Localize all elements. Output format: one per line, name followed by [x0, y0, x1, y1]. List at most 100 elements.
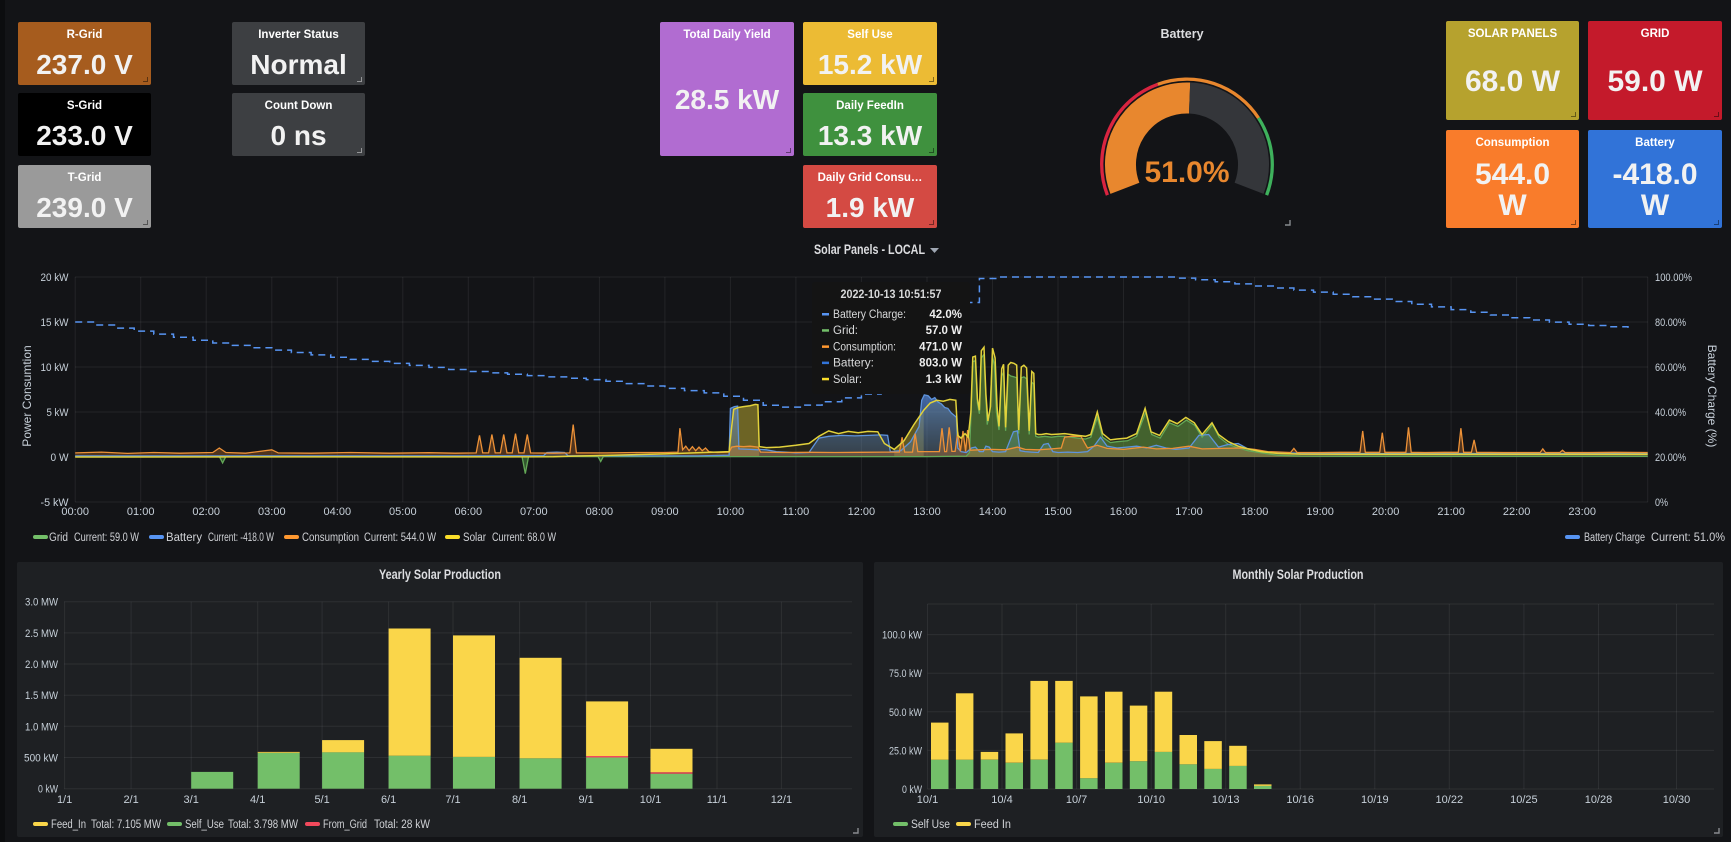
svg-text:Solar Panels - LOCAL: Solar Panels - LOCAL	[814, 242, 925, 257]
svg-text:Current: 59.0 W: Current: 59.0 W	[74, 532, 139, 544]
svg-text:Total: 3.798 MW: Total: 3.798 MW	[228, 819, 298, 831]
svg-text:22:00: 22:00	[1503, 506, 1531, 518]
svg-text:50.0 kW: 50.0 kW	[889, 707, 922, 719]
svg-text:Power Consumtion: Power Consumtion	[20, 345, 34, 446]
svg-text:Battery Charge: Battery Charge	[1584, 532, 1645, 544]
svg-text:07:00: 07:00	[520, 506, 548, 518]
svg-text:3.0 MW: 3.0 MW	[25, 597, 59, 609]
svg-text:2.0 MW: 2.0 MW	[25, 659, 59, 671]
svg-text:Monthly Solar Production: Monthly Solar Production	[1233, 567, 1364, 582]
svg-text:7/1: 7/1	[445, 794, 460, 806]
svg-text:20 kW: 20 kW	[41, 272, 70, 284]
svg-text:5/1: 5/1	[314, 794, 329, 806]
svg-text:10/7: 10/7	[1066, 794, 1087, 806]
svg-text:Self_Use: Self_Use	[185, 819, 224, 831]
svg-text:0%: 0%	[1655, 497, 1668, 509]
svg-text:Battery: Battery	[1160, 27, 1203, 41]
svg-text:0 W: 0 W	[51, 452, 70, 464]
svg-text:1/1: 1/1	[57, 794, 72, 806]
svg-text:08:00: 08:00	[586, 506, 614, 518]
svg-text:10/30: 10/30	[1663, 794, 1691, 806]
svg-text:Current: 51.0%: Current: 51.0%	[1651, 532, 1725, 544]
svg-text:10/13: 10/13	[1212, 794, 1240, 806]
svg-text:Feed In: Feed In	[974, 819, 1011, 831]
svg-text:10/22: 10/22	[1436, 794, 1464, 806]
svg-text:01:00: 01:00	[127, 506, 155, 518]
svg-text:Battery Charge:: Battery Charge:	[833, 309, 906, 321]
svg-text:Self Use: Self Use	[911, 819, 950, 831]
svg-text:Grid: Grid	[49, 532, 68, 544]
svg-text:Solar:: Solar:	[833, 374, 862, 386]
svg-text:Battery: Battery	[166, 532, 202, 544]
svg-text:10 kW: 10 kW	[41, 362, 70, 374]
svg-text:6/1: 6/1	[381, 794, 396, 806]
svg-text:8/1: 8/1	[512, 794, 527, 806]
svg-text:15 kW: 15 kW	[41, 317, 70, 329]
svg-text:02:00: 02:00	[192, 506, 220, 518]
svg-text:1.0 MW: 1.0 MW	[25, 721, 59, 733]
svg-text:10/1: 10/1	[640, 794, 661, 806]
svg-text:Grid:: Grid:	[833, 325, 858, 337]
svg-text:1.5 MW: 1.5 MW	[25, 690, 59, 702]
svg-text:Current: 68.0 W: Current: 68.0 W	[492, 532, 556, 544]
svg-text:04:00: 04:00	[324, 506, 352, 518]
svg-text:From_Grid: From_Grid	[323, 819, 367, 831]
svg-text:3/1: 3/1	[184, 794, 199, 806]
svg-text:12/1: 12/1	[771, 794, 792, 806]
svg-text:75.0 kW: 75.0 kW	[889, 668, 922, 680]
svg-text:Total: 7.105 MW: Total: 7.105 MW	[91, 819, 161, 831]
svg-text:19:00: 19:00	[1306, 506, 1334, 518]
svg-text:18:00: 18:00	[1241, 506, 1269, 518]
svg-text:03:00: 03:00	[258, 506, 286, 518]
svg-text:00:00: 00:00	[61, 506, 89, 518]
svg-text:Battery:: Battery:	[833, 358, 874, 370]
svg-text:14:00: 14:00	[979, 506, 1007, 518]
svg-text:10/28: 10/28	[1585, 794, 1613, 806]
svg-text:100.00%: 100.00%	[1655, 272, 1692, 284]
svg-text:10/10: 10/10	[1137, 794, 1165, 806]
svg-text:2022-10-13 10:51:57: 2022-10-13 10:51:57	[841, 287, 942, 301]
svg-text:Solar: Solar	[463, 532, 486, 544]
svg-text:Consumption: Consumption	[302, 532, 359, 544]
svg-text:12:00: 12:00	[848, 506, 876, 518]
svg-text:100.0 kW: 100.0 kW	[882, 630, 923, 642]
svg-text:803.0 W: 803.0 W	[919, 358, 962, 370]
svg-text:15:00: 15:00	[1044, 506, 1072, 518]
svg-text:Total: 28 kW: Total: 28 kW	[374, 819, 430, 831]
svg-text:80.00%: 80.00%	[1655, 317, 1686, 329]
svg-text:Feed_In: Feed_In	[51, 819, 86, 831]
svg-text:42.0%: 42.0%	[929, 309, 962, 321]
svg-text:Current: 544.0 W: Current: 544.0 W	[364, 532, 436, 544]
svg-text:23:00: 23:00	[1568, 506, 1596, 518]
svg-text:Consumption:: Consumption:	[833, 341, 896, 353]
svg-text:Current: -418.0 W: Current: -418.0 W	[208, 532, 274, 544]
svg-text:2.5 MW: 2.5 MW	[25, 628, 59, 640]
svg-text:05:00: 05:00	[389, 506, 417, 518]
svg-text:10/16: 10/16	[1286, 794, 1314, 806]
svg-text:09:00: 09:00	[651, 506, 679, 518]
svg-text:10/25: 10/25	[1510, 794, 1538, 806]
svg-text:500 kW: 500 kW	[24, 753, 59, 765]
svg-text:11/1: 11/1	[707, 794, 728, 806]
svg-text:471.0 W: 471.0 W	[919, 341, 962, 353]
svg-text:0 kW: 0 kW	[38, 784, 58, 796]
svg-text:13:00: 13:00	[913, 506, 941, 518]
svg-text:10/19: 10/19	[1361, 794, 1389, 806]
svg-text:9/1: 9/1	[578, 794, 593, 806]
svg-text:1.3 kW: 1.3 kW	[926, 374, 963, 386]
svg-text:Yearly Solar Production: Yearly Solar Production	[379, 567, 501, 582]
svg-text:20:00: 20:00	[1372, 506, 1400, 518]
svg-text:5 kW: 5 kW	[47, 407, 70, 419]
svg-text:21:00: 21:00	[1437, 506, 1465, 518]
svg-text:4/1: 4/1	[250, 794, 265, 806]
svg-text:10/4: 10/4	[991, 794, 1012, 806]
svg-text:2/1: 2/1	[123, 794, 138, 806]
svg-text:60.00%: 60.00%	[1655, 362, 1686, 374]
svg-text:17:00: 17:00	[1175, 506, 1203, 518]
svg-text:10/1: 10/1	[917, 794, 938, 806]
svg-text:40.00%: 40.00%	[1655, 407, 1686, 419]
svg-text:25.0 kW: 25.0 kW	[889, 745, 922, 757]
svg-text:51.0%: 51.0%	[1144, 156, 1229, 189]
svg-text:57.0 W: 57.0 W	[926, 325, 963, 337]
svg-text:10:00: 10:00	[717, 506, 745, 518]
